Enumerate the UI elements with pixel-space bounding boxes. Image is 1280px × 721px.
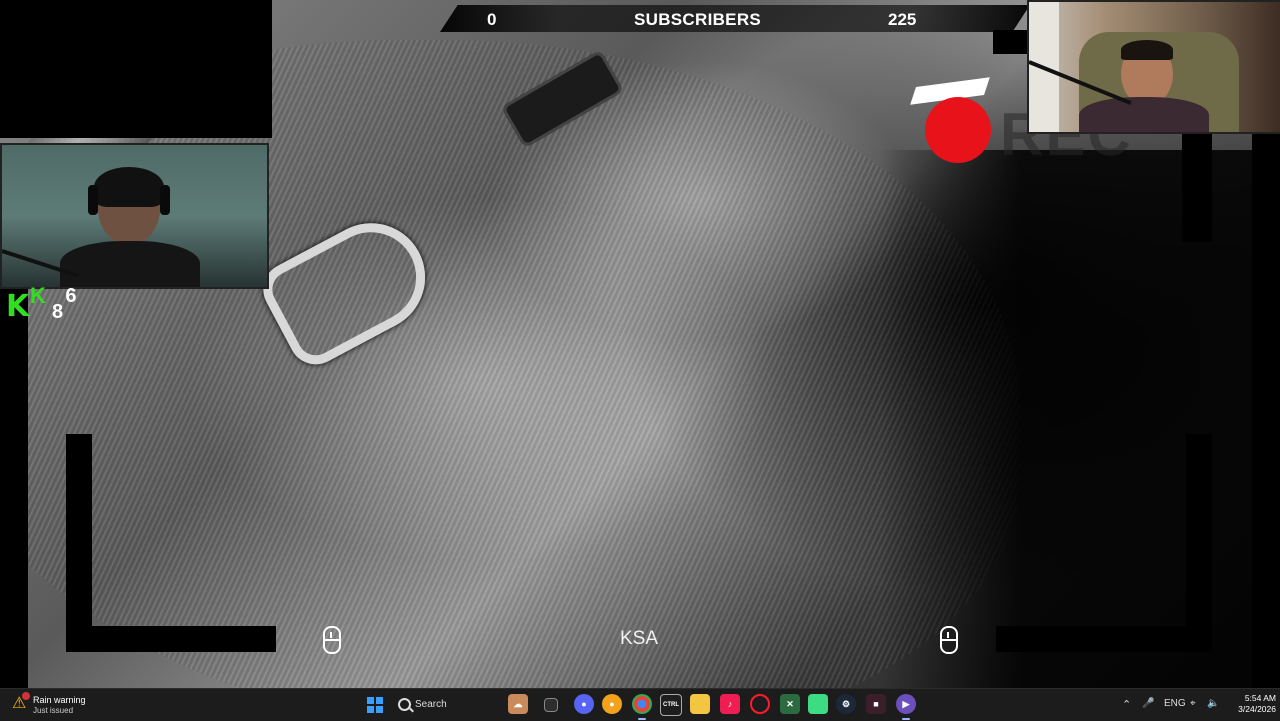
play-icon[interactable]: ▶ — [896, 694, 916, 720]
bracket-bottom-right-horizontal — [996, 626, 1212, 652]
steam-icon[interactable]: ⚙ — [836, 694, 856, 714]
windows-taskbar: ⚠ Rain warning Just issued Search ☁ ● ● … — [0, 688, 1280, 721]
tiktok-icon[interactable]: ♪ — [720, 694, 740, 714]
chat-icon[interactable]: ● — [602, 694, 622, 714]
counter-right-value: 225 — [888, 10, 917, 29]
game-icon[interactable]: ■ — [866, 694, 886, 714]
headphone-left — [88, 185, 98, 215]
overlay-left-edge — [0, 285, 28, 688]
weather-title: Rain warning — [33, 695, 86, 705]
start-button[interactable] — [367, 697, 383, 713]
xbox-icon[interactable]: ✕ — [780, 694, 800, 714]
system-clock[interactable]: 5:54 AM 3/24/2026 — [1226, 693, 1276, 715]
windows-logo-tile — [367, 706, 374, 713]
region-label: KSA — [620, 628, 659, 649]
clock-time: 5:54 AM — [1244, 693, 1276, 703]
host-body — [1079, 97, 1209, 132]
overlay-black-block — [0, 0, 272, 138]
search-icon — [398, 698, 411, 711]
overlay-right-post — [1182, 130, 1212, 242]
taskbar-search[interactable]: Search — [390, 694, 500, 716]
host-hair — [1121, 40, 1173, 60]
wifi-icon[interactable]: ⌖ — [1190, 698, 1196, 709]
weather-subtitle: Just issued — [33, 706, 74, 715]
tray-chevron-up-icon[interactable]: ⌃ — [1122, 698, 1131, 711]
folder-icon[interactable] — [690, 694, 710, 714]
windows-logo-icon — [367, 697, 374, 704]
overlay-corner-tab — [993, 30, 1027, 54]
weather-widget[interactable]: ⚠ Rain warning Just issued — [12, 692, 132, 717]
kill-letter: K — [6, 289, 30, 324]
counter-left-value: 0 — [487, 10, 497, 29]
ctrl-icon[interactable]: CTRL — [660, 694, 682, 716]
dark-shadow-area — [880, 150, 1280, 688]
microphone-icon[interactable]: 🎤 — [1142, 698, 1154, 709]
task-view-icon[interactable] — [544, 698, 558, 712]
webcam-left — [0, 143, 269, 289]
mouse-left-icon — [323, 626, 341, 654]
kill-bottom-number: 8 — [52, 301, 64, 323]
overlay-right-edge — [1252, 130, 1280, 688]
notification-badge — [22, 692, 30, 700]
bracket-bottom-left-horizontal — [66, 626, 276, 652]
chrome-icon[interactable] — [632, 694, 652, 720]
volume-icon[interactable]: 🔈 — [1207, 698, 1219, 709]
kill-letter-echo: K — [30, 283, 46, 308]
streamer-body — [60, 241, 200, 287]
bracket-bottom-left-vertical — [66, 434, 92, 652]
subscriber-counter: 0 SUBSCRIBERS 225 — [440, 5, 1030, 32]
language-indicator[interactable]: ENG — [1164, 698, 1186, 709]
clock-date: 3/24/2026 — [1238, 704, 1276, 714]
search-label: Search — [415, 699, 447, 710]
bracket-bottom-right-vertical — [1186, 434, 1212, 652]
record-dot-icon — [925, 97, 991, 163]
windows-logo-tile — [376, 706, 383, 713]
counter-title: SUBSCRIBERS — [634, 10, 762, 29]
mouse-right-icon — [940, 626, 958, 654]
streamer-hair — [94, 167, 164, 207]
windows-logo-tile — [376, 697, 383, 704]
webcam-right — [1027, 0, 1280, 134]
widgets-icon[interactable]: ☁ — [508, 694, 528, 714]
headphone-right — [160, 185, 170, 215]
opera-icon[interactable] — [750, 694, 770, 714]
discord-icon[interactable]: ● — [574, 694, 594, 714]
kill-badge: K K 6 8 — [6, 283, 77, 325]
android-icon[interactable] — [808, 694, 828, 714]
kill-top-number: 6 — [65, 285, 77, 307]
